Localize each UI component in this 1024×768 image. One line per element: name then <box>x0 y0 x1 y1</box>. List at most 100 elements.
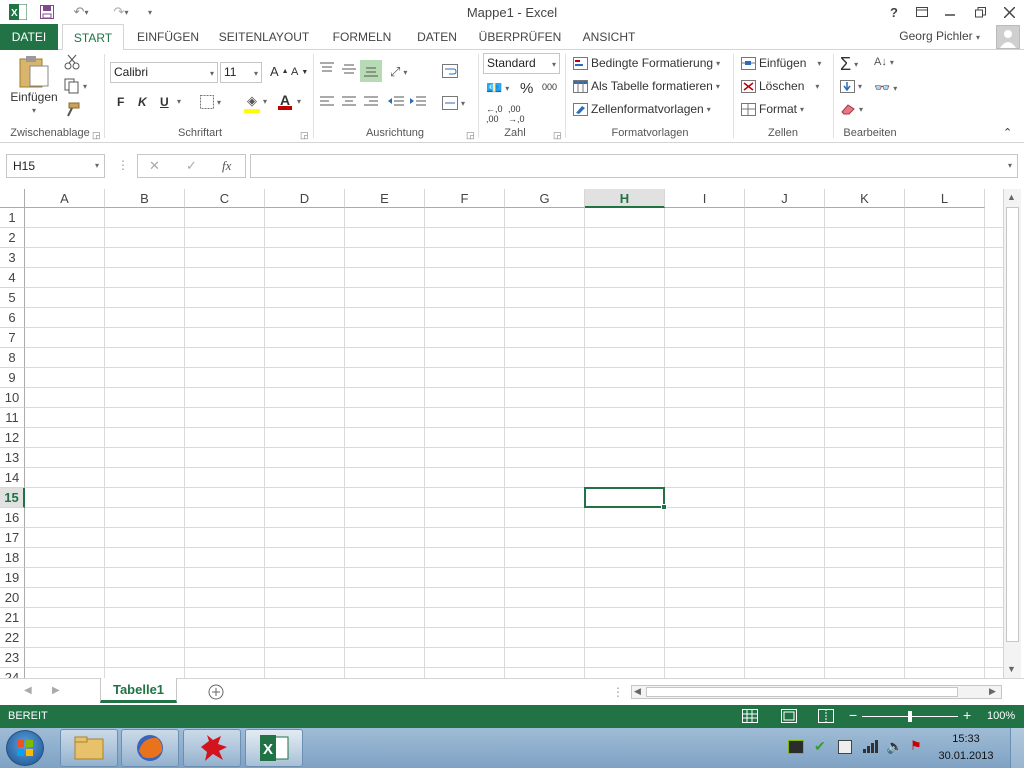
insert-function-button[interactable]: fx <box>222 158 231 174</box>
clear-button[interactable]: ▾ <box>840 103 863 115</box>
decrease-indent-icon[interactable] <box>388 96 404 108</box>
security-check-icon[interactable]: ✔ <box>814 738 826 755</box>
taskbar-excel[interactable]: X <box>245 729 303 767</box>
collapse-ribbon-icon[interactable]: ⌃ <box>1003 126 1012 139</box>
column-header[interactable]: G <box>505 189 585 208</box>
thousands-separator-button[interactable]: 000 <box>542 82 557 92</box>
insert-cells-button[interactable]: Einfügen ▾ <box>741 56 821 70</box>
row-header[interactable]: 21 <box>0 608 25 628</box>
find-select-button[interactable]: 👓 ▾ <box>874 80 897 96</box>
decrease-font-size-icon[interactable]: A ▼ <box>291 66 308 78</box>
row-header[interactable]: 13 <box>0 448 25 468</box>
prev-sheet-icon[interactable]: ◀ <box>24 685 32 696</box>
select-all-corner[interactable] <box>0 189 25 208</box>
ribbon-display-options-icon[interactable] <box>910 2 934 22</box>
copy-button[interactable]: ▾ <box>64 78 87 94</box>
horizontal-scroll-thumb[interactable] <box>646 687 958 697</box>
font-color-button[interactable]: A <box>278 92 292 110</box>
clock-date[interactable]: 30.01.2013 <box>934 750 998 762</box>
align-top-icon[interactable] <box>320 62 334 74</box>
row-header[interactable]: 1 <box>0 208 25 228</box>
underline-button[interactable]: U <box>160 95 169 109</box>
tab-data[interactable]: DATEN <box>410 24 464 50</box>
merge-center-button[interactable]: ▾ <box>442 96 465 110</box>
fill-handle[interactable] <box>661 504 667 510</box>
row-header[interactable]: 6 <box>0 308 25 328</box>
action-center-icon[interactable]: ⚑ <box>910 738 922 754</box>
active-cell[interactable] <box>584 487 665 508</box>
decrease-decimal-icon[interactable]: ,00 →,0 <box>508 104 525 124</box>
add-sheet-icon[interactable] <box>208 684 224 703</box>
zoom-out-button[interactable]: − <box>849 707 857 723</box>
zoom-slider-thumb[interactable] <box>908 711 912 722</box>
row-header[interactable]: 3 <box>0 248 25 268</box>
tab-insert[interactable]: EINFÜGEN <box>134 24 202 50</box>
vertical-scrollbar[interactable]: ▲ ▼ <box>1003 189 1021 678</box>
column-header[interactable]: L <box>905 189 985 208</box>
scroll-down-icon[interactable]: ▼ <box>1007 664 1016 674</box>
row-header[interactable]: 12 <box>0 428 25 448</box>
taskbar-red-app[interactable] <box>183 729 241 767</box>
row-header[interactable]: 11 <box>0 408 25 428</box>
alignment-launcher-icon[interactable]: ◲ <box>466 130 475 141</box>
align-middle-icon[interactable] <box>342 62 356 74</box>
network-signal-icon[interactable] <box>862 738 878 757</box>
fill-button[interactable]: ▾ <box>840 80 862 93</box>
italic-button[interactable]: K <box>138 95 147 109</box>
accounting-format-button[interactable]: 💶 ▾ <box>486 80 509 96</box>
show-desktop-button[interactable] <box>1010 728 1024 768</box>
clipboard-launcher-icon[interactable]: ◲ <box>92 130 101 141</box>
next-sheet-icon[interactable]: ▶ <box>52 685 60 696</box>
row-header[interactable]: 23 <box>0 648 25 668</box>
taskbar-explorer[interactable] <box>60 729 118 767</box>
row-header[interactable]: 4 <box>0 268 25 288</box>
row-header[interactable]: 9 <box>0 368 25 388</box>
tab-view[interactable]: ANSICHT <box>576 24 642 50</box>
tab-start[interactable]: START <box>62 24 124 51</box>
vertical-scroll-thumb[interactable] <box>1006 207 1019 642</box>
align-left-icon[interactable] <box>320 96 334 108</box>
font-name-dropdown[interactable]: Calibri ▾ <box>110 62 218 83</box>
format-painter-icon[interactable] <box>64 102 80 118</box>
font-launcher-icon[interactable]: ◲ <box>300 130 309 141</box>
column-header[interactable]: C <box>185 189 265 208</box>
scroll-left-icon[interactable]: ◀ <box>634 686 641 697</box>
horizontal-scrollbar[interactable]: ◀ ▶ <box>631 685 1002 699</box>
close-icon[interactable] <box>997 2 1021 22</box>
column-header[interactable]: E <box>345 189 425 208</box>
autosum-button[interactable]: Σ ▾ <box>840 54 858 75</box>
expand-formula-bar-icon[interactable]: ▾ <box>1008 161 1012 170</box>
page-layout-view-icon[interactable] <box>781 709 797 726</box>
tab-page-layout[interactable]: SEITENLAYOUT <box>216 24 312 50</box>
row-header[interactable]: 22 <box>0 628 25 648</box>
column-header[interactable]: D <box>265 189 345 208</box>
column-header[interactable]: K <box>825 189 905 208</box>
taskbar-firefox[interactable] <box>121 729 179 767</box>
help-button[interactable]: ? <box>882 2 906 22</box>
split-handle-icon[interactable]: ⋮ <box>612 685 624 699</box>
font-color-dropdown-icon[interactable]: ▾ <box>297 97 301 106</box>
user-account[interactable]: Georg Pichler ▾ <box>899 29 980 43</box>
name-box[interactable]: H15 ▾ <box>6 154 105 178</box>
cancel-entry-button[interactable]: ✕ <box>149 158 160 174</box>
row-header[interactable]: 17 <box>0 528 25 548</box>
row-header[interactable]: 20 <box>0 588 25 608</box>
number-format-dropdown[interactable]: Standard ▾ <box>483 53 560 74</box>
column-header[interactable]: F <box>425 189 505 208</box>
scroll-up-icon[interactable]: ▲ <box>1007 192 1016 202</box>
column-header[interactable]: A <box>25 189 105 208</box>
tab-review[interactable]: ÜBERPRÜFEN <box>476 24 564 50</box>
page-break-view-icon[interactable] <box>818 709 834 726</box>
column-header[interactable]: H <box>585 189 665 208</box>
number-launcher-icon[interactable]: ◲ <box>553 130 562 141</box>
fill-color-dropdown-icon[interactable]: ▾ <box>263 97 267 106</box>
align-right-icon[interactable] <box>364 96 378 108</box>
formula-bar-grip-icon[interactable]: ⋮ <box>117 158 129 172</box>
font-size-dropdown[interactable]: 11 ▾ <box>220 62 262 83</box>
delete-cells-button[interactable]: Löschen ▾ <box>741 79 819 93</box>
sheet-tab[interactable]: Tabelle1 <box>100 678 177 703</box>
row-header[interactable]: 10 <box>0 388 25 408</box>
tab-file[interactable]: DATEI <box>0 24 58 50</box>
increase-indent-icon[interactable] <box>410 96 426 108</box>
confirm-entry-button[interactable]: ✓ <box>186 158 197 174</box>
